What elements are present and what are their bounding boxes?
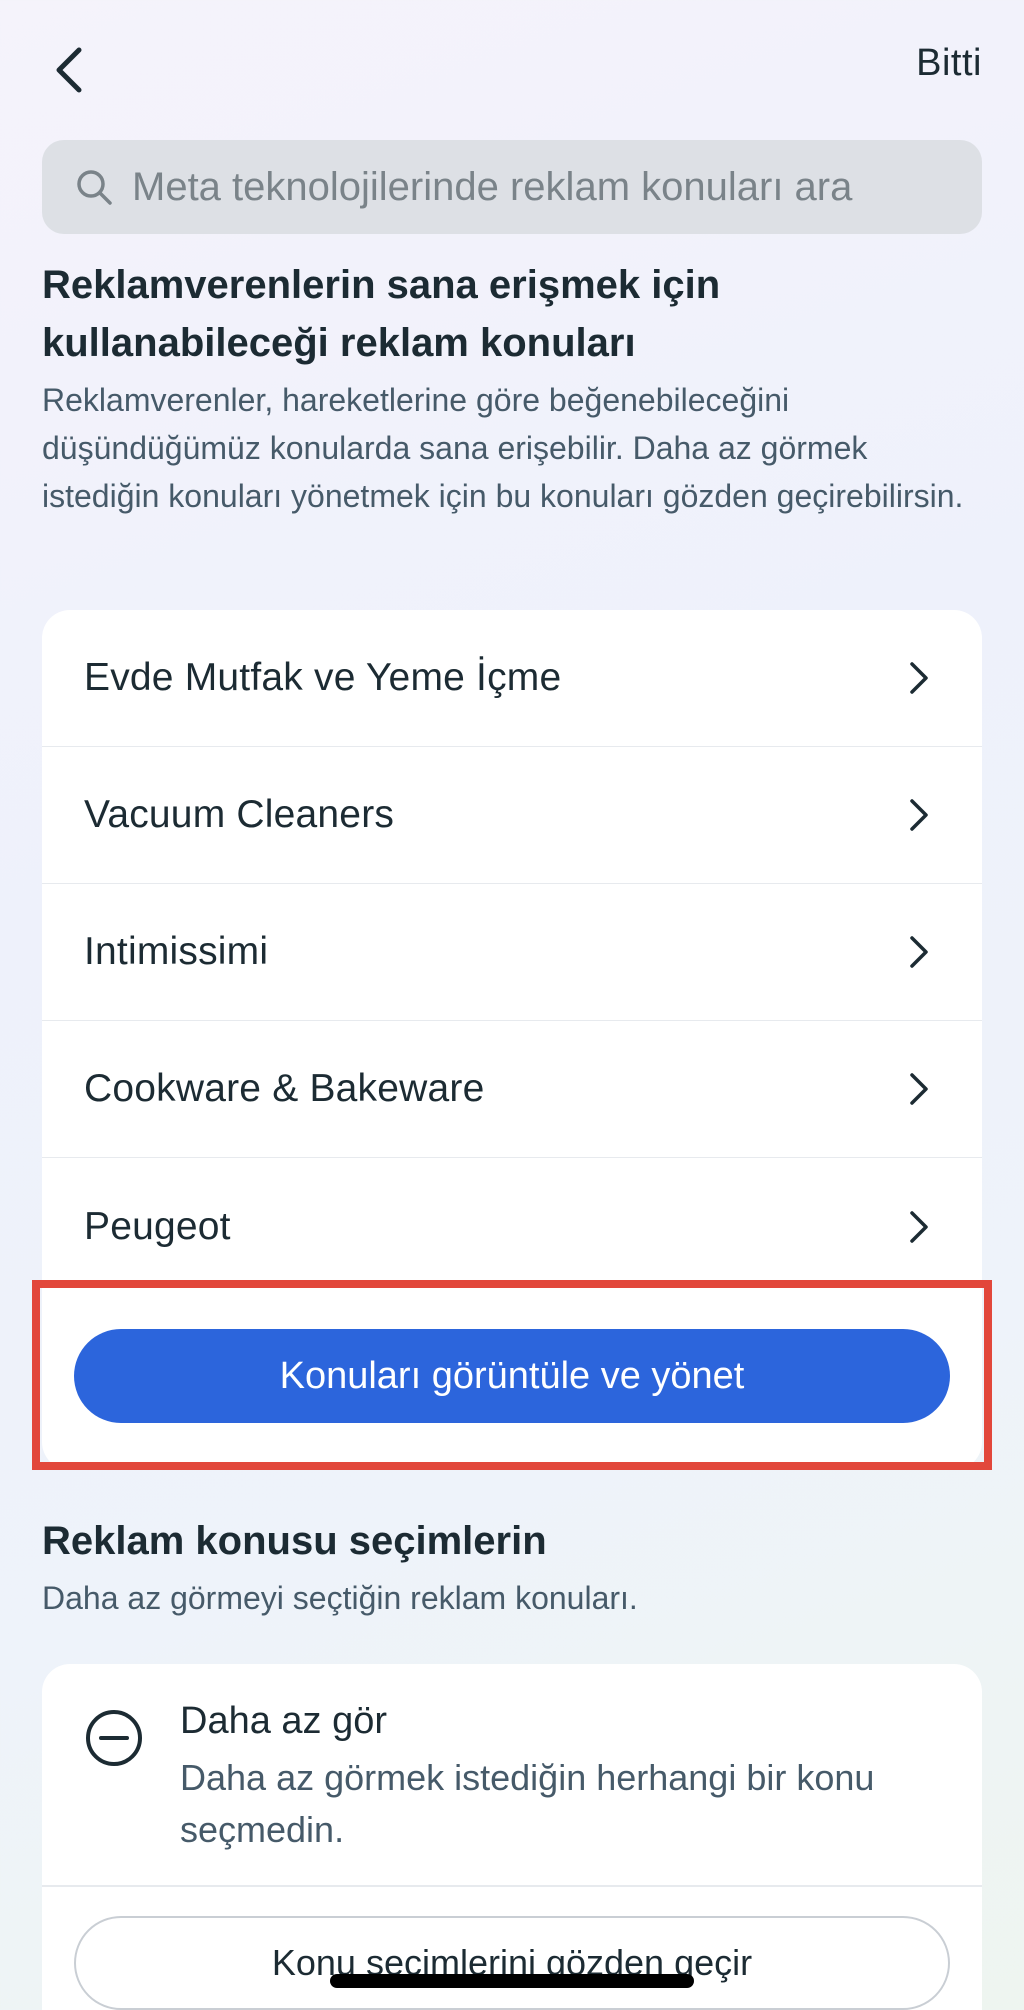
topic-label: Intimissimi	[84, 930, 269, 973]
search-icon	[77, 170, 112, 205]
see-less-title: Daha az gör	[180, 1700, 388, 1742]
topic-row[interactable]: Evde Mutfak ve Yeme İçme	[42, 610, 982, 747]
topic-row[interactable]: Intimissimi	[42, 884, 982, 1021]
home-indicator	[330, 1974, 694, 1988]
see-less-row: Daha az gör Daha az görmek istediğin her…	[42, 1664, 982, 1884]
chevron-right-icon	[910, 936, 928, 968]
topic-label: Vacuum Cleaners	[84, 793, 395, 836]
minus-circle-icon	[86, 1710, 142, 1766]
topic-row[interactable]: Peugeot	[42, 1158, 982, 1295]
manage-topics-button[interactable]: Konuları görüntüle ve yönet	[74, 1329, 950, 1423]
choices-card: Daha az gör Daha az görmek istediğin her…	[42, 1664, 982, 2010]
chevron-right-icon	[910, 799, 928, 831]
top-bar: Bitti	[0, 0, 1024, 140]
back-button[interactable]	[44, 44, 92, 96]
chevron-left-icon	[56, 47, 82, 93]
see-less-description: Daha az görmek istediğin herhangi bir ko…	[180, 1757, 875, 1850]
search-input[interactable]	[132, 164, 952, 210]
topic-row[interactable]: Cookware & Bakeware	[42, 1021, 982, 1158]
topics-section-title: Reklamverenlerin sana erişmek için kulla…	[42, 263, 721, 365]
topics-section-description: Reklamverenler, hareketlerine göre beğen…	[42, 382, 964, 514]
chevron-right-icon	[910, 662, 928, 694]
topic-row[interactable]: Vacuum Cleaners	[42, 747, 982, 884]
chevron-right-icon	[910, 1073, 928, 1105]
search-bar[interactable]	[42, 140, 982, 234]
review-choices-button[interactable]: Konu seçimlerini gözden geçir	[74, 1916, 950, 2010]
choices-section-description: Daha az görmeyi seçtiğin reklam konuları…	[42, 1580, 638, 1616]
topic-label: Evde Mutfak ve Yeme İçme	[84, 656, 562, 699]
topic-label: Peugeot	[84, 1204, 231, 1248]
divider	[42, 1885, 982, 1887]
choices-section-title: Reklam konusu seçimlerin	[42, 1519, 547, 1563]
chevron-right-icon	[910, 1210, 928, 1243]
topic-label: Cookware & Bakeware	[84, 1067, 485, 1110]
done-button[interactable]: Bitti	[916, 42, 982, 85]
